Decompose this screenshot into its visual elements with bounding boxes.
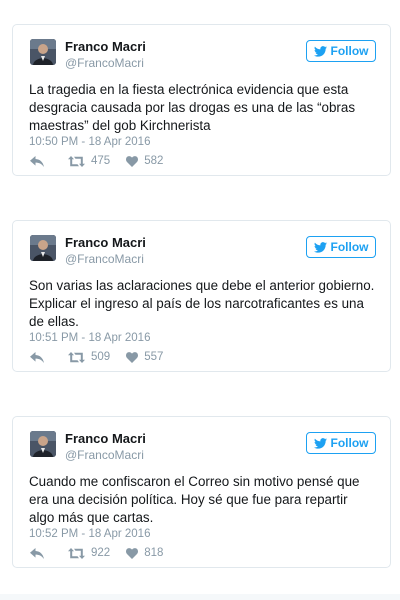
tweet-actions: 509 557 (30, 350, 163, 364)
reply-button[interactable] (30, 351, 44, 363)
reply-icon (30, 547, 44, 559)
tweet-actions: 475 582 (30, 154, 163, 168)
twitter-bird-icon (313, 241, 327, 253)
retweet-button[interactable]: 509 (68, 351, 110, 363)
avatar[interactable] (30, 431, 56, 457)
retweet-icon (68, 547, 85, 559)
page-bottom-edge (0, 594, 400, 600)
retweet-icon (68, 155, 85, 167)
like-button[interactable]: 818 (126, 547, 163, 559)
retweet-count: 475 (91, 155, 111, 167)
heart-icon (126, 547, 139, 559)
like-button[interactable]: 557 (126, 351, 163, 363)
twitter-bird-icon (313, 437, 327, 449)
tweet-timestamp[interactable]: 10:51 PM - 18 Apr 2016 (29, 331, 150, 345)
follow-label: Follow (330, 240, 369, 254)
follow-label: Follow (330, 44, 369, 58)
retweet-count: 922 (91, 547, 111, 559)
avatar[interactable] (30, 235, 56, 261)
tweet-actions: 922 818 (30, 546, 163, 560)
reply-icon (30, 155, 44, 167)
reply-button[interactable] (30, 155, 44, 167)
heart-icon (126, 351, 139, 363)
retweet-button[interactable]: 922 (68, 547, 110, 559)
retweet-icon (68, 351, 85, 363)
like-count: 818 (144, 547, 164, 559)
tweet-card: Franco Macri @FrancoMacri Follow La trag… (12, 24, 391, 176)
author-name[interactable]: Franco Macri (65, 235, 146, 251)
twitter-bird-icon (313, 45, 327, 57)
tweet-text: Son varias las aclaraciones que debe el … (29, 278, 375, 329)
author-handle[interactable]: @FrancoMacri (65, 448, 144, 462)
retweet-button[interactable]: 475 (68, 155, 110, 167)
heart-icon (126, 155, 139, 167)
reply-icon (30, 351, 44, 363)
tweet-text: Cuando me confiscaron el Correo sin moti… (29, 474, 360, 525)
follow-button[interactable]: Follow (306, 40, 376, 62)
follow-button[interactable]: Follow (306, 432, 376, 454)
author-name[interactable]: Franco Macri (65, 431, 146, 447)
tweet-card: Franco Macri @FrancoMacri Follow Cuando … (12, 416, 391, 568)
author-name[interactable]: Franco Macri (65, 39, 146, 55)
retweet-count: 509 (91, 351, 111, 363)
tweet-card: Franco Macri @FrancoMacri Follow Son var… (12, 220, 391, 372)
tweet-timestamp[interactable]: 10:50 PM - 18 Apr 2016 (29, 135, 150, 149)
author-handle[interactable]: @FrancoMacri (65, 252, 144, 266)
tweet-timestamp[interactable]: 10:52 PM - 18 Apr 2016 (29, 527, 150, 541)
tweet-text: La tragedia en la fiesta electrónica evi… (29, 82, 356, 133)
follow-button[interactable]: Follow (306, 236, 376, 258)
like-count: 557 (144, 351, 164, 363)
follow-label: Follow (330, 436, 369, 450)
avatar[interactable] (30, 39, 56, 65)
author-handle[interactable]: @FrancoMacri (65, 56, 144, 70)
like-button[interactable]: 582 (126, 155, 163, 167)
like-count: 582 (144, 155, 164, 167)
reply-button[interactable] (30, 547, 44, 559)
